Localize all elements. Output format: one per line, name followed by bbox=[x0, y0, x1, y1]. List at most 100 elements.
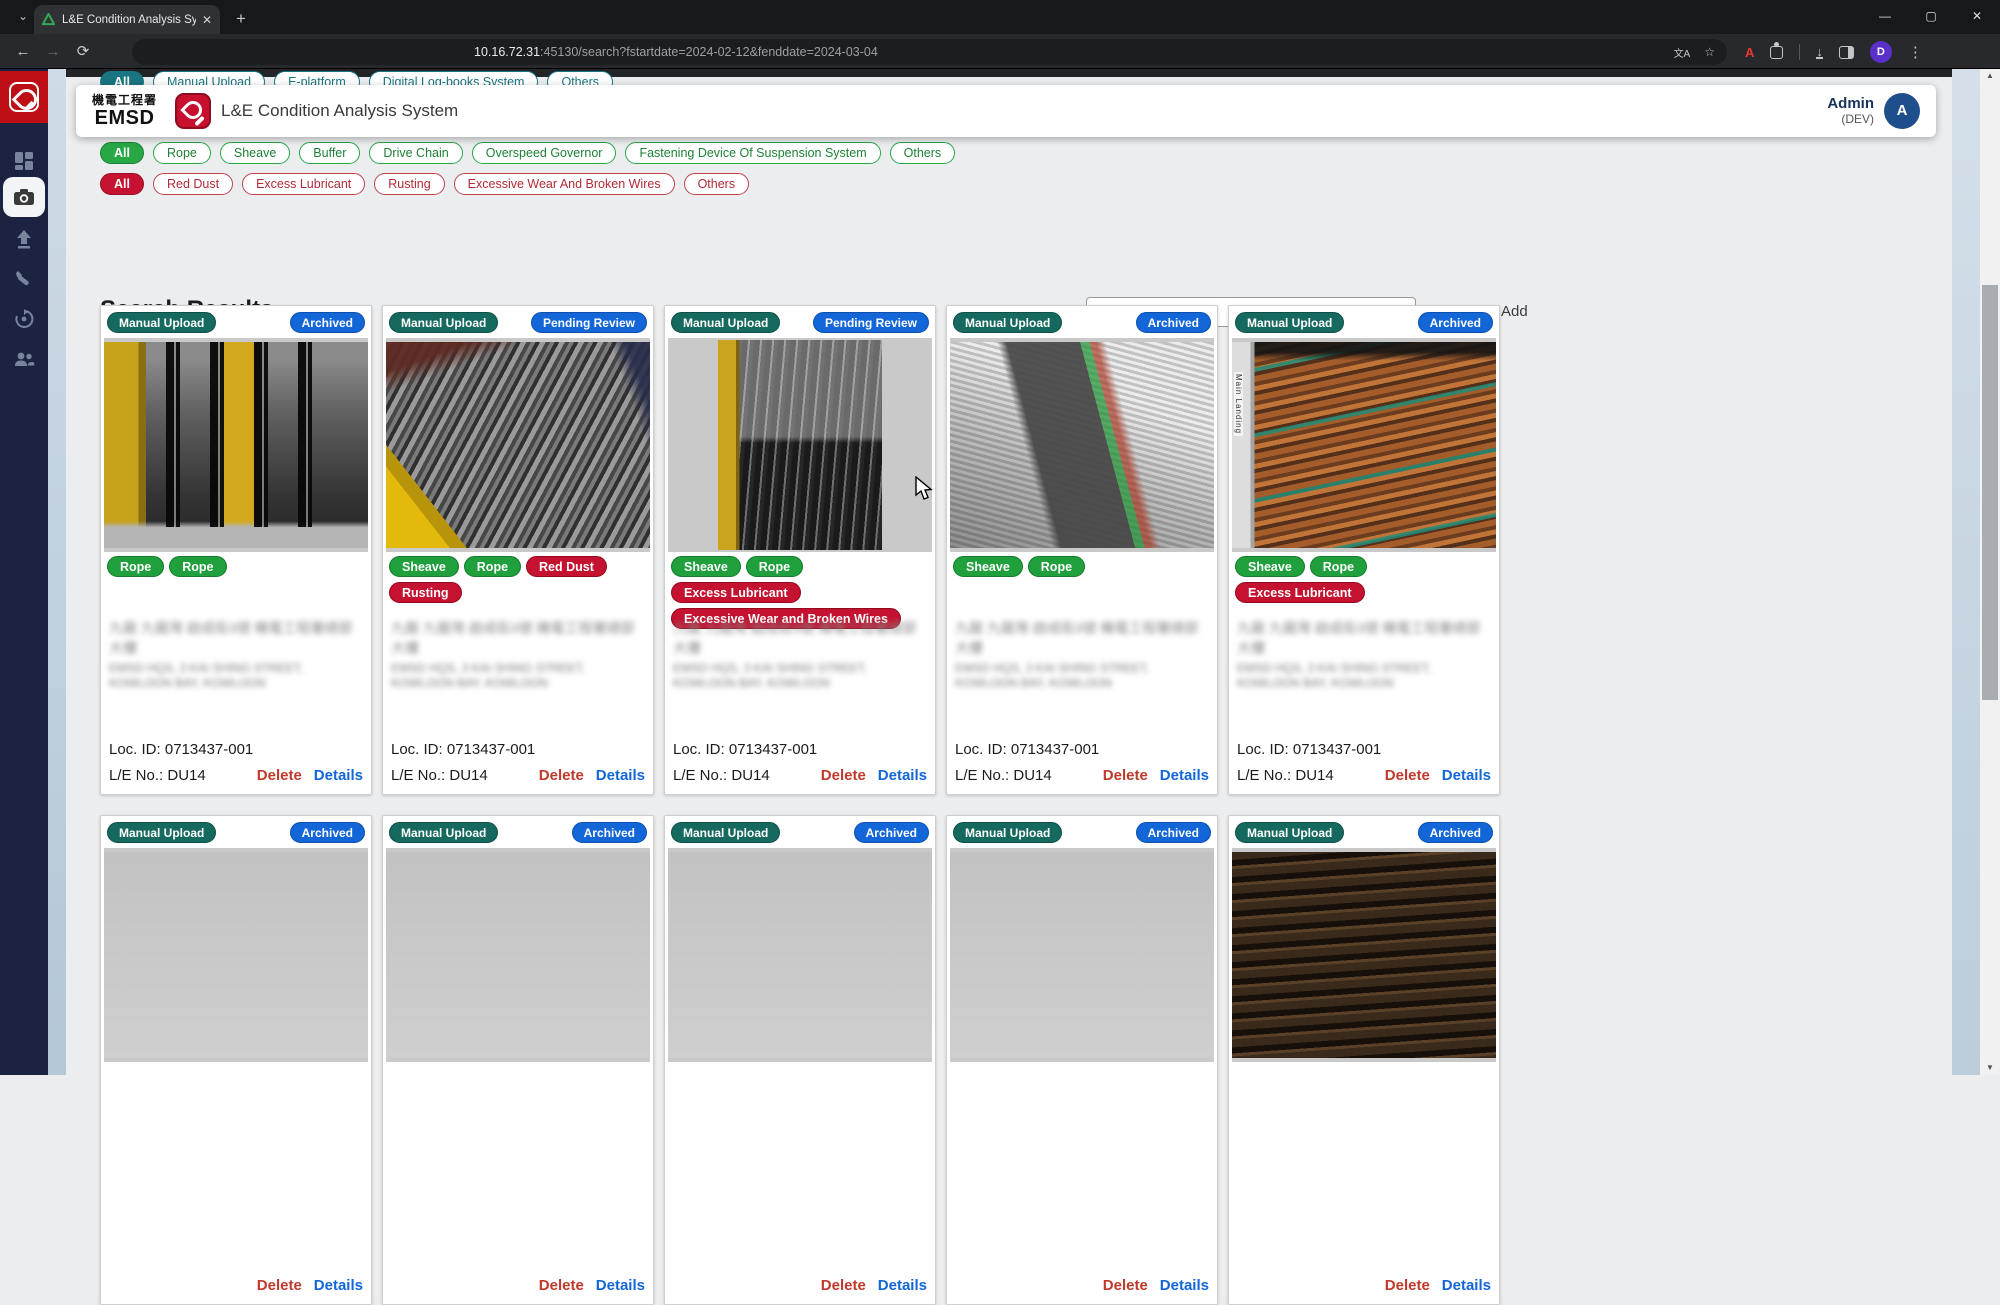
filter-chip[interactable]: Rope bbox=[153, 142, 211, 164]
delete-link[interactable]: Delete bbox=[821, 1277, 866, 1294]
card-photo[interactable] bbox=[668, 848, 932, 1062]
filter-chip[interactable]: Overspeed Governor bbox=[472, 142, 617, 164]
delete-link[interactable]: Delete bbox=[1103, 1277, 1148, 1294]
details-link[interactable]: Details bbox=[1160, 1277, 1209, 1294]
details-link[interactable]: Details bbox=[314, 767, 363, 784]
card-tags: SheaveRope bbox=[953, 556, 1211, 577]
filter-chip[interactable]: All bbox=[100, 142, 144, 164]
translate-icon[interactable]: 文A bbox=[1674, 45, 1691, 60]
extensions-puzzle-icon[interactable] bbox=[1770, 46, 1783, 59]
result-card[interactable]: Manual Upload Archived Delete Details bbox=[664, 815, 936, 1305]
address-line2: KOWLOON BAY, KOWLOON bbox=[673, 676, 927, 691]
delete-link[interactable]: Delete bbox=[257, 767, 302, 784]
delete-link[interactable]: Delete bbox=[257, 1277, 302, 1294]
delete-link[interactable]: Delete bbox=[1385, 1277, 1430, 1294]
filter-chip[interactable]: Others bbox=[890, 142, 956, 164]
card-photo[interactable] bbox=[386, 848, 650, 1062]
adobe-extension-icon[interactable]: A bbox=[1745, 45, 1754, 60]
details-link[interactable]: Details bbox=[1442, 767, 1491, 784]
delete-link[interactable]: Delete bbox=[539, 1277, 584, 1294]
filter-chip[interactable]: Others bbox=[684, 173, 750, 195]
side-panel-icon[interactable] bbox=[1839, 46, 1854, 59]
page-scrollbar[interactable]: ▲ ▼ bbox=[1980, 69, 2000, 1075]
card-photo[interactable]: Main Landing bbox=[1232, 338, 1496, 552]
tag-add-button[interactable]: Add bbox=[1501, 303, 1528, 320]
card-photo[interactable] bbox=[950, 338, 1214, 552]
filter-chip[interactable]: Rusting bbox=[374, 173, 444, 195]
result-card[interactable]: Manual Upload Archived RopeRope 九龍 九龍灣 啟… bbox=[100, 305, 372, 795]
scrollbar-thumb[interactable] bbox=[1982, 285, 1998, 700]
filter-chip[interactable]: Excessive Wear And Broken Wires bbox=[454, 173, 675, 195]
back-button[interactable]: ← bbox=[10, 39, 36, 65]
sidebar-item-upload[interactable] bbox=[0, 219, 48, 259]
card-address-blurred: 九龍 九龍灣 啟成街3號 機電工程署總部大樓 EMSD HQS, 3 KAI S… bbox=[673, 618, 927, 691]
browser-menu-icon[interactable]: ⋮ bbox=[1908, 43, 1923, 61]
sync-location-icon bbox=[14, 309, 34, 329]
new-tab-button[interactable]: + bbox=[228, 6, 254, 32]
sidebar-item-dashboard[interactable] bbox=[0, 141, 48, 181]
user-avatar[interactable]: A bbox=[1884, 93, 1920, 129]
card-photo[interactable] bbox=[386, 338, 650, 552]
details-link[interactable]: Details bbox=[878, 767, 927, 784]
details-link[interactable]: Details bbox=[596, 767, 645, 784]
status-badge: Archived bbox=[854, 822, 929, 843]
result-card[interactable]: Manual Upload Pending Review SheaveRopeR… bbox=[382, 305, 654, 795]
status-badge: Archived bbox=[1136, 312, 1211, 333]
browser-tab[interactable]: L&E Condition Analysis Syste ✕ bbox=[34, 5, 220, 34]
details-link[interactable]: Details bbox=[1442, 1277, 1491, 1294]
rope-photo bbox=[386, 852, 650, 1058]
window-maximize-button[interactable]: ▢ bbox=[1908, 0, 1954, 34]
scrollbar-down-arrow[interactable]: ▼ bbox=[1980, 1061, 2000, 1075]
filter-chip[interactable]: Drive Chain bbox=[369, 142, 462, 164]
bookmark-star-icon[interactable]: ☆ bbox=[1704, 45, 1715, 59]
users-icon bbox=[13, 350, 35, 368]
status-badge: Archived bbox=[572, 822, 647, 843]
sidebar-item-camera[interactable] bbox=[3, 177, 45, 217]
scrollbar-up-arrow[interactable]: ▲ bbox=[1980, 69, 2000, 83]
filter-chip[interactable]: Excess Lubricant bbox=[242, 173, 365, 195]
profile-avatar[interactable]: D bbox=[1870, 41, 1892, 63]
sidebar-item-users[interactable] bbox=[0, 339, 48, 379]
details-link[interactable]: Details bbox=[878, 1277, 927, 1294]
details-link[interactable]: Details bbox=[1160, 767, 1209, 784]
delete-link[interactable]: Delete bbox=[1385, 767, 1430, 784]
filter-chip[interactable]: Fastening Device Of Suspension System bbox=[625, 142, 880, 164]
rope-photo bbox=[104, 852, 368, 1058]
filter-chip[interactable]: Sheave bbox=[220, 142, 290, 164]
delete-link[interactable]: Delete bbox=[1103, 767, 1148, 784]
result-card[interactable]: Manual Upload Archived Delete Details bbox=[946, 815, 1218, 1305]
sidebar-item-sync[interactable] bbox=[0, 299, 48, 339]
card-photo[interactable] bbox=[668, 338, 932, 552]
result-card[interactable]: Manual Upload Archived Main Landing Shea… bbox=[1228, 305, 1500, 795]
result-card[interactable]: Manual Upload Pending Review SheaveRopeE… bbox=[664, 305, 936, 795]
filter-chip[interactable]: Buffer bbox=[299, 142, 360, 164]
browser-titlebar: ⌄ L&E Condition Analysis Syste ✕ + — ▢ ✕ bbox=[0, 0, 2000, 34]
window-minimize-button[interactable]: — bbox=[1862, 0, 1908, 34]
reload-button[interactable]: ⟳ bbox=[70, 39, 96, 65]
card-badges: Manual Upload Archived bbox=[1235, 822, 1493, 843]
url-bar[interactable]: 10.16.72.31:45130/search?fstartdate=2024… bbox=[132, 39, 1727, 65]
forward-button[interactable]: → bbox=[40, 39, 66, 65]
result-card[interactable]: Manual Upload Archived Delete Details bbox=[1228, 815, 1500, 1305]
filter-chip[interactable]: All bbox=[100, 173, 144, 195]
delete-link[interactable]: Delete bbox=[539, 767, 584, 784]
loc-id: Loc. ID: 0713437-001 bbox=[109, 741, 253, 758]
status-badge: Archived bbox=[1418, 312, 1493, 333]
card-photo[interactable] bbox=[104, 848, 368, 1062]
tab-close-icon[interactable]: ✕ bbox=[202, 13, 212, 27]
delete-link[interactable]: Delete bbox=[821, 767, 866, 784]
sidebar-item-tools[interactable] bbox=[0, 259, 48, 299]
rope-photo bbox=[950, 852, 1214, 1058]
result-card[interactable]: Manual Upload Archived Delete Details bbox=[382, 815, 654, 1305]
details-link[interactable]: Details bbox=[596, 1277, 645, 1294]
card-photo[interactable] bbox=[1232, 848, 1496, 1062]
details-link[interactable]: Details bbox=[314, 1277, 363, 1294]
card-photo[interactable] bbox=[950, 848, 1214, 1062]
result-card[interactable]: Manual Upload Archived Delete Details bbox=[100, 815, 372, 1305]
card-photo[interactable] bbox=[104, 338, 368, 552]
result-card[interactable]: Manual Upload Archived SheaveRope 九龍 九龍灣… bbox=[946, 305, 1218, 795]
window-close-button[interactable]: ✕ bbox=[1954, 0, 2000, 34]
filter-chip[interactable]: Red Dust bbox=[153, 173, 233, 195]
downloads-icon[interactable]: ↓ bbox=[1816, 46, 1823, 59]
tab-search-icon[interactable]: ⌄ bbox=[10, 7, 36, 27]
